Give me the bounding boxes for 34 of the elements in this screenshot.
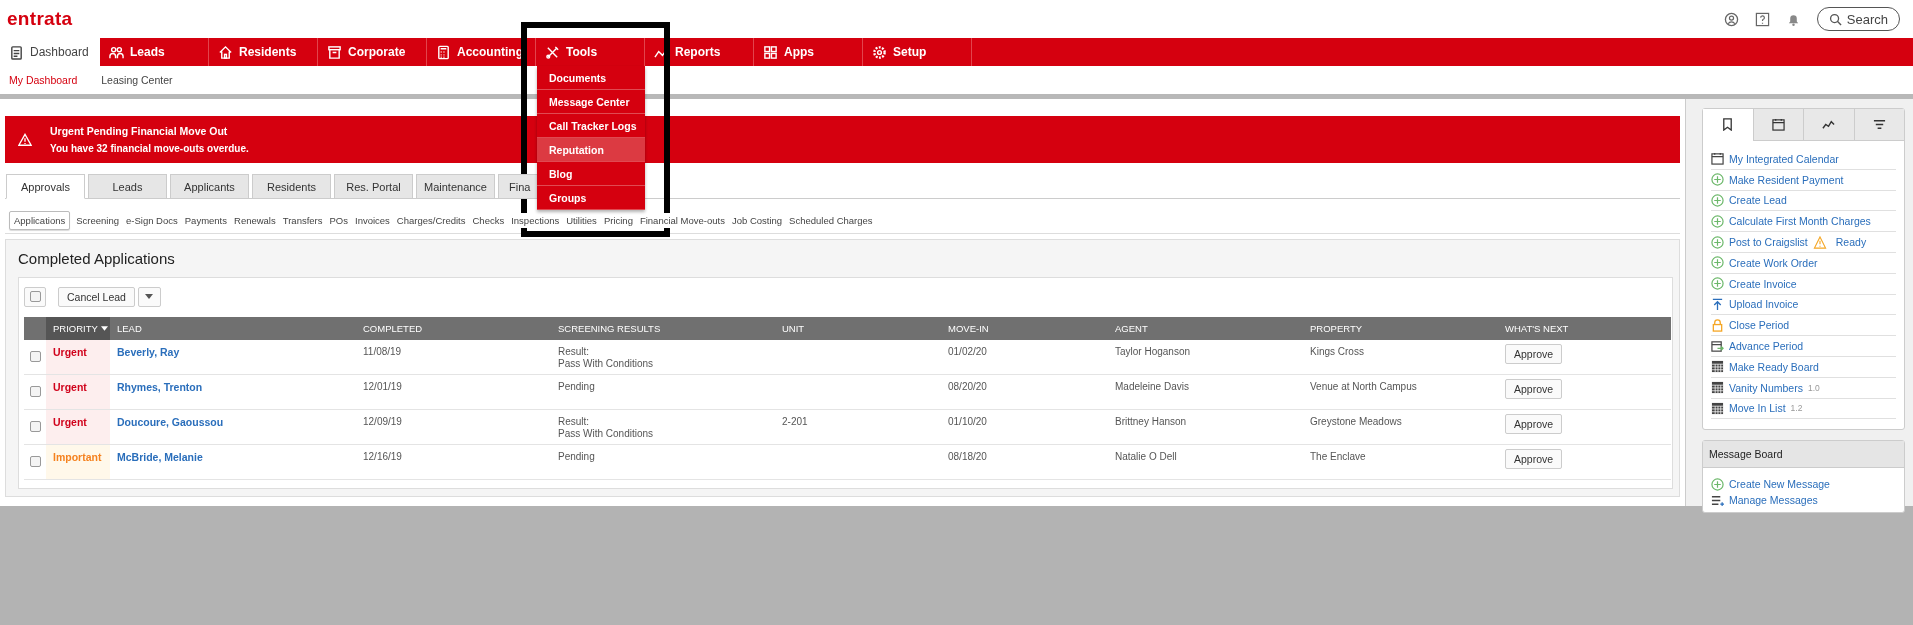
- screening-result: Pass With Conditions: [558, 358, 654, 370]
- table-cell: Greystone Meadows: [1310, 416, 1402, 427]
- table-cell: Kings Cross: [1310, 346, 1364, 357]
- table-cell: 12/01/19: [363, 381, 402, 392]
- screening-result: Result:: [558, 416, 590, 428]
- table-cell: 11/08/19: [363, 346, 402, 357]
- table-cell: 08/20/20: [948, 381, 987, 392]
- table-cell: Venue at North Campus: [1310, 381, 1417, 392]
- table-cell: Brittney Hanson: [1115, 416, 1187, 427]
- card-title: Message Board: [1709, 448, 1783, 461]
- priority-cell: Important: [46, 445, 110, 480]
- screening-result: Result:: [558, 346, 590, 358]
- table-cell: 01/02/20: [948, 346, 987, 357]
- panel-title: Completed Applications: [18, 250, 176, 269]
- table-cell: 12/16/19: [363, 451, 402, 462]
- status-text: Ready: [1835, 236, 1867, 249]
- version-label: 1.0: [1807, 382, 1820, 393]
- table-cell: Madeleine Davis: [1115, 381, 1189, 392]
- screening-result: Pending: [558, 381, 595, 393]
- alert-title: Urgent Pending Financial Move Out: [50, 125, 229, 137]
- table-cell: The Enclave: [1310, 451, 1366, 462]
- table-cell: 08/18/20: [948, 451, 987, 462]
- version-label: 1.2: [1790, 403, 1803, 414]
- table-cell: 12/09/19: [363, 416, 402, 427]
- table-cell: Taylor Hoganson: [1115, 346, 1191, 357]
- table-cell: Natalie O Dell: [1115, 451, 1177, 462]
- alert-message: You have 32 financial move-outs overdue.: [50, 143, 249, 154]
- priority-cell: Urgent: [46, 375, 110, 410]
- screening-result: Pending: [558, 451, 595, 463]
- priority-cell: Urgent: [46, 340, 110, 375]
- priority-cell: Urgent: [46, 410, 110, 445]
- table-cell: 2-201: [782, 416, 808, 427]
- screening-result: Pass With Conditions: [558, 428, 654, 440]
- table-cell: 01/10/20: [948, 416, 987, 427]
